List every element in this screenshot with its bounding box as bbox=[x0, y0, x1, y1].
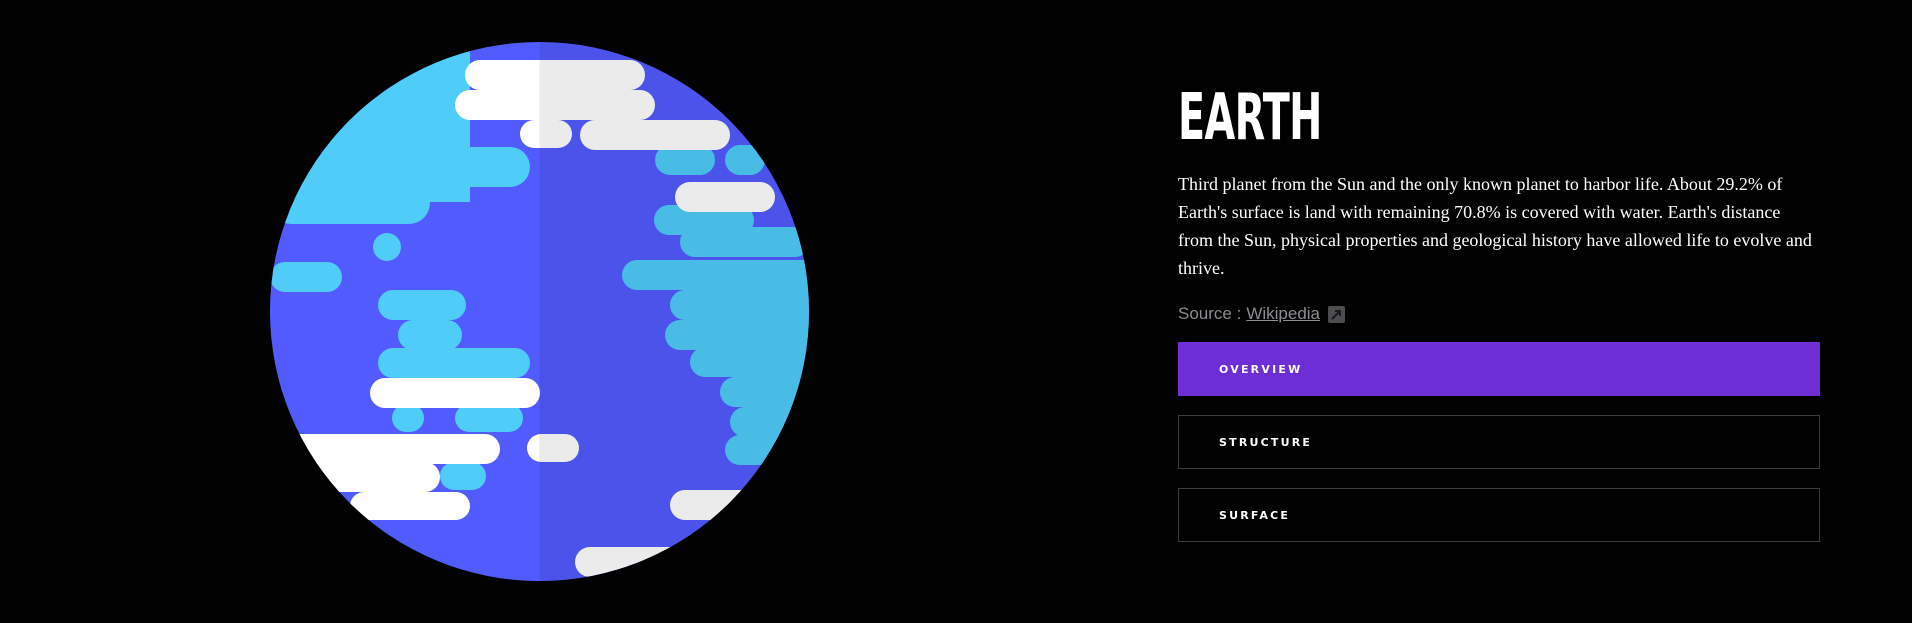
tab-overview[interactable]: OVERVIEW bbox=[1178, 342, 1820, 396]
tab-surface-label: SURFACE bbox=[1219, 508, 1291, 522]
planet-description: Third planet from the Sun and the only k… bbox=[1178, 174, 1812, 278]
source-line: Source : Wikipedia bbox=[1178, 302, 1820, 326]
planet-tabs: OVERVIEW STRUCTURE SURFACE bbox=[1178, 342, 1820, 542]
tab-structure[interactable]: STRUCTURE bbox=[1178, 415, 1820, 469]
wikipedia-link[interactable]: Wikipedia bbox=[1246, 304, 1320, 324]
planet-title: EARTH bbox=[1178, 81, 1322, 155]
tab-surface[interactable]: SURFACE bbox=[1178, 488, 1820, 542]
planet-image bbox=[270, 42, 809, 581]
tab-overview-label: OVERVIEW bbox=[1219, 362, 1303, 376]
earth-icon bbox=[270, 42, 809, 581]
planet-info: EARTH Third planet from the Sun and the … bbox=[1178, 82, 1820, 561]
source-label: Source : bbox=[1178, 304, 1242, 323]
external-link-icon[interactable] bbox=[1328, 305, 1346, 323]
planet-page: EARTH Third planet from the Sun and the … bbox=[0, 0, 1912, 623]
tab-structure-label: STRUCTURE bbox=[1219, 435, 1313, 449]
